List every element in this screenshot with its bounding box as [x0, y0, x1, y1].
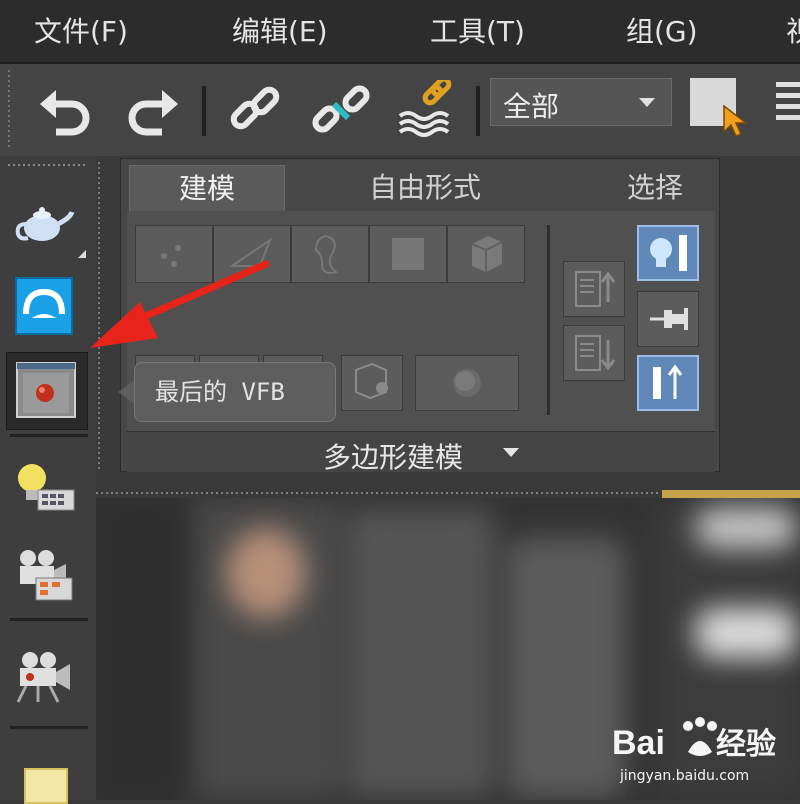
baidu-logo-icon: Bai 经验: [612, 717, 776, 762]
panel-grip[interactable]: [96, 492, 660, 494]
polygon-mode-button[interactable]: [369, 225, 447, 283]
selection-filter-value: 全部: [503, 90, 560, 123]
tooltip: 最后的 VFB: [134, 362, 336, 422]
menu-tools[interactable]: 工具(T): [430, 10, 525, 50]
undo-icon[interactable]: [34, 80, 96, 142]
viewport-active-indicator: [662, 490, 800, 498]
toolbar-divider: [202, 86, 206, 136]
cage-light-icon: [355, 362, 388, 400]
tooltip-tail: [118, 380, 135, 404]
sphere-icon: [453, 369, 481, 397]
strip-separator: [10, 434, 88, 437]
group-label: 多边形建模: [323, 441, 464, 474]
tab-freeform[interactable]: 自由形式: [335, 165, 515, 211]
polygon-icon: [392, 238, 424, 270]
camera-icon[interactable]: [12, 642, 76, 706]
menu-views[interactable]: 视: [786, 10, 800, 50]
pin-icon: [650, 308, 688, 330]
stack-arrows-icon: [653, 364, 683, 399]
border-icon: [314, 234, 339, 274]
chevron-down-icon: [639, 98, 655, 107]
border-mode-button[interactable]: [291, 225, 369, 283]
svg-text:经验: 经验: [716, 727, 776, 761]
tab-selection[interactable]: 选择: [595, 165, 715, 211]
group-footer[interactable]: 多边形建模: [127, 431, 715, 474]
frame-buffer-button[interactable]: [6, 352, 88, 430]
unlink-icon[interactable]: [310, 80, 372, 142]
bind-space-warp-icon[interactable]: [396, 76, 458, 142]
element-icon: [471, 236, 503, 272]
lightbulb-icon: [650, 235, 687, 271]
menu-bar: 文件(F) 编辑(E) 工具(T) 组(G) 视: [0, 0, 800, 64]
select-by-name-icon[interactable]: [776, 82, 800, 126]
svg-text:Bai: Bai: [612, 724, 665, 762]
strip-grip[interactable]: [8, 164, 86, 166]
menu-file[interactable]: 文件(F): [34, 10, 128, 50]
light-list-icon[interactable]: [12, 456, 76, 520]
watermark-url: jingyan.baidu.com: [620, 768, 750, 784]
pin-stack-button[interactable]: [637, 291, 699, 347]
show-end-result-button[interactable]: [637, 225, 699, 281]
teapot-icon[interactable]: [12, 192, 76, 256]
menu-group[interactable]: 组(G): [626, 10, 698, 50]
strip-separator: [10, 726, 88, 729]
grow-selection-button[interactable]: [563, 261, 625, 317]
camera-render-icon[interactable]: [12, 542, 76, 606]
show-cage-button[interactable]: [341, 355, 403, 411]
use-stack-selection-button[interactable]: [637, 355, 699, 411]
sun-icon[interactable]: [24, 768, 68, 804]
main-toolbar: 全部: [0, 64, 800, 156]
menu-edit[interactable]: 编辑(E): [232, 10, 328, 50]
preserve-uvs-button[interactable]: [415, 355, 519, 411]
toolbar-divider: [476, 86, 480, 136]
ribbon-overflow-area: [722, 158, 800, 472]
move-down-icon: [575, 335, 616, 371]
element-mode-button[interactable]: [447, 225, 525, 283]
toolbar-grip[interactable]: [8, 70, 10, 150]
ribbon-separator: [547, 225, 550, 415]
link-icon[interactable]: [224, 80, 286, 142]
autodesk-360-icon[interactable]: [12, 274, 76, 338]
tab-modeling[interactable]: 建模: [129, 165, 285, 212]
move-up-icon: [575, 271, 616, 307]
redo-icon[interactable]: [122, 80, 184, 142]
shrink-selection-button[interactable]: [563, 325, 625, 381]
chevron-down-icon: [503, 448, 519, 457]
annotation-arrow-icon: [90, 260, 270, 348]
strip-separator: [10, 618, 88, 621]
cursor-arrow-icon: [723, 104, 749, 137]
selection-filter-dropdown[interactable]: 全部: [490, 78, 672, 126]
frame-buffer-icon: [16, 362, 76, 418]
